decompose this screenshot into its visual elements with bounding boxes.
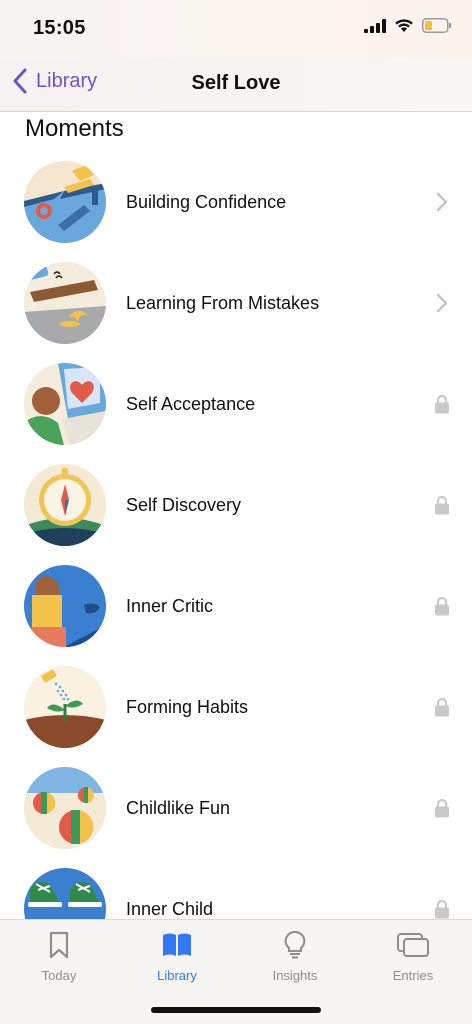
inner-critic-illustration (24, 565, 106, 647)
moments-list: Building Confidence Learning From Mistak… (0, 161, 472, 919)
item-label: Forming Habits (126, 697, 249, 717)
item-label: Learning From Mistakes (126, 293, 320, 313)
lock-icon (432, 494, 452, 516)
home-indicator (151, 1007, 321, 1013)
childlike-fun-illustration (24, 767, 106, 849)
tab-library[interactable]: Library (118, 928, 236, 988)
entries-icon (396, 928, 430, 962)
item-label: Inner Child (126, 899, 214, 919)
inner-child-illustration (24, 868, 106, 919)
section-title: Moments (25, 115, 124, 142)
lock-icon (432, 898, 452, 919)
item-label: Self Acceptance (126, 394, 256, 414)
list-item-self-discovery[interactable]: Self Discovery (0, 464, 472, 565)
lock-icon (432, 595, 452, 617)
book-icon (161, 928, 193, 962)
tab-label: Today (41, 968, 77, 983)
item-label: Childlike Fun (126, 798, 231, 818)
page-title: Self Love (191, 72, 281, 94)
tab-label: Library (157, 968, 197, 983)
list-item-childlike-fun[interactable]: Childlike Fun (0, 767, 472, 868)
lock-icon (432, 393, 452, 415)
wifi-icon (395, 19, 413, 32)
self-acceptance-illustration (24, 363, 106, 445)
list-item-learning-from-mistakes[interactable]: Learning From Mistakes (0, 262, 472, 363)
tab-entries[interactable]: Entries (354, 928, 472, 988)
item-label: Self Discovery (126, 495, 242, 515)
tab-label: Insights (272, 968, 318, 983)
item-label: Inner Critic (126, 596, 214, 616)
self-discovery-illustration (24, 464, 106, 546)
list-item-forming-habits[interactable]: Forming Habits (0, 666, 472, 767)
forming-habits-illustration (24, 666, 106, 748)
learning-from-mistakes-illustration (24, 262, 106, 344)
list-item-self-acceptance[interactable]: Self Acceptance (0, 363, 472, 464)
status-time: 15:05 (33, 17, 86, 39)
status-bar: 15:05 (0, 0, 472, 58)
navigation-bar: Library Self Love (0, 58, 472, 112)
tab-insights[interactable]: Insights (236, 928, 354, 988)
tab-label: Entries (392, 968, 434, 983)
building-confidence-illustration (24, 161, 106, 243)
cellular-signal-icon (364, 18, 386, 33)
lock-icon (432, 696, 452, 718)
list-item-inner-child[interactable]: Inner Child (0, 868, 472, 919)
content-area[interactable]: Moments Building Confidence Learning Fro… (0, 112, 472, 919)
bookmark-icon (49, 928, 69, 962)
chevron-right-icon (432, 191, 452, 213)
chevron-right-icon (432, 292, 452, 314)
list-item-building-confidence[interactable]: Building Confidence (0, 161, 472, 262)
battery-icon (422, 18, 452, 33)
list-item-inner-critic[interactable]: Inner Critic (0, 565, 472, 666)
tab-today[interactable]: Today (0, 928, 118, 988)
lock-icon (432, 797, 452, 819)
lightbulb-icon (284, 928, 306, 962)
item-label: Building Confidence (126, 192, 287, 212)
status-icons (364, 18, 452, 33)
